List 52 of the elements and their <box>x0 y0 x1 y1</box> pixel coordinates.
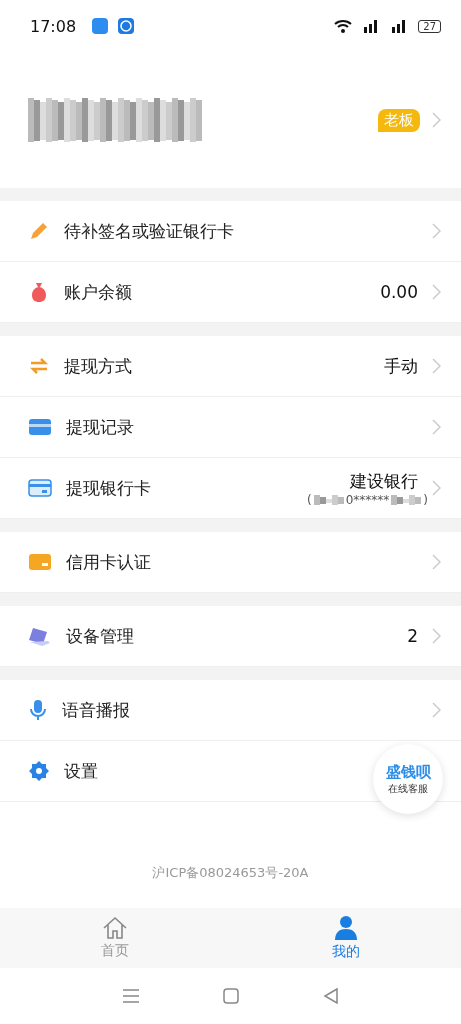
menu-value: 2 <box>407 626 418 646</box>
redacted-drawing <box>313 494 344 505</box>
bracket: ( <box>307 492 312 507</box>
menu-label: 待补签名或验证银行卡 <box>64 219 234 243</box>
menu-label: 提现方式 <box>64 354 132 378</box>
back-icon[interactable] <box>323 988 340 1004</box>
card-icon <box>28 417 52 437</box>
menu-item[interactable]: 待补签名或验证银行卡 <box>0 201 461 262</box>
menu-label: 提现记录 <box>66 415 134 439</box>
menu-label: 语音播报 <box>62 698 130 722</box>
menu-value: 手动 <box>384 354 418 378</box>
customer-service-button[interactable]: 盛钱呗 在线客服 <box>373 744 443 814</box>
chevron-right-icon <box>432 358 441 374</box>
settings-icon <box>28 760 50 782</box>
menu-item[interactable]: 语音播报 <box>0 680 461 741</box>
chevron-right-icon <box>432 112 441 128</box>
card-icon <box>28 478 52 498</box>
chevron-right-icon <box>432 223 441 239</box>
pencil-icon <box>28 220 50 242</box>
menu-value: 0.00 <box>380 282 418 302</box>
menu-item[interactable]: 提现方式 手动 <box>0 336 461 397</box>
bracket: ) <box>423 492 428 507</box>
person-icon <box>333 915 358 941</box>
home-button-icon[interactable] <box>223 988 240 1004</box>
menu-label: 设置 <box>64 759 98 783</box>
redacted-drawing <box>391 494 422 505</box>
card-icon <box>28 552 52 572</box>
status-time: 17:08 <box>30 16 77 36</box>
tab[interactable]: 我的 <box>230 908 461 968</box>
menu-label: 信用卡认证 <box>66 550 151 574</box>
chevron-right-icon <box>432 284 441 300</box>
bank-name: 建设银行 <box>350 469 418 493</box>
chevron-right-icon <box>432 554 441 570</box>
wifi-icon <box>334 19 353 33</box>
pos-terminal-icon <box>28 625 52 647</box>
role-badge: 老板 <box>378 108 420 132</box>
menu-label: 设备管理 <box>66 624 134 648</box>
chevron-right-icon <box>432 480 441 496</box>
menu-label: 账户余额 <box>64 280 132 304</box>
chevron-right-icon <box>432 628 441 644</box>
app-icon <box>92 18 109 34</box>
chevron-right-icon <box>432 419 441 435</box>
menu-label: 提现银行卡 <box>66 476 151 500</box>
card-number: 0****** <box>345 492 390 507</box>
app-icon <box>118 18 135 34</box>
menu-item[interactable]: 提现记录 <box>0 397 461 458</box>
chevron-right-icon <box>432 702 441 718</box>
home-icon <box>102 916 129 940</box>
microphone-icon <box>28 699 48 721</box>
battery-level: 27 <box>418 19 441 33</box>
icp-notice: 沪ICP备08024653号-20A <box>152 864 309 882</box>
menu-icon[interactable] <box>121 988 140 1004</box>
